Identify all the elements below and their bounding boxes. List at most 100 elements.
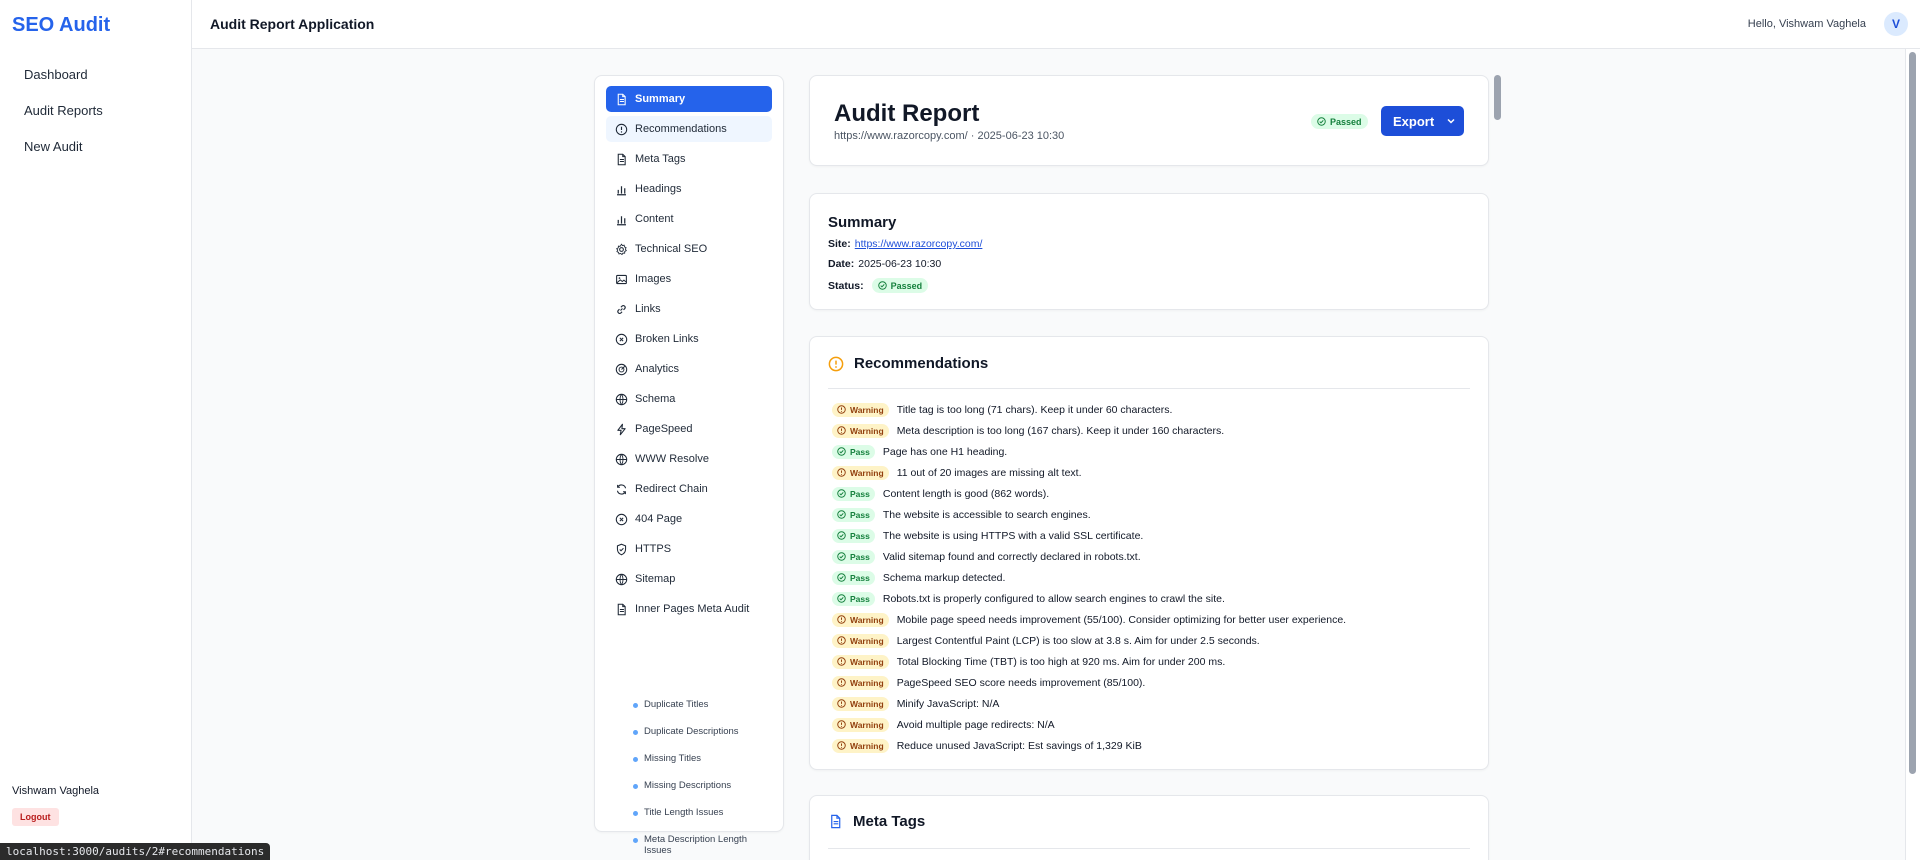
section-nav-item-meta-tags[interactable]: Meta Tags: [606, 146, 772, 172]
globe-icon: [615, 573, 628, 585]
pass-badge: Pass: [832, 444, 875, 459]
warning-badge: Warning: [832, 465, 889, 480]
sidebar-user-name: Vishwam Vaghela: [12, 785, 100, 797]
recommendation-item: Pass The website is accessible to search …: [832, 504, 1472, 525]
shield-icon: [616, 543, 627, 555]
summary-card: Summary Site: https://www.razorcopy.com/…: [809, 193, 1489, 310]
recommendation-item: Pass Content length is good (862 words).: [832, 483, 1472, 504]
section-nav-item-schema[interactable]: Schema: [606, 386, 772, 412]
check-circle-icon: [837, 489, 846, 498]
check-circle-icon: [837, 531, 846, 540]
section-nav-item-pagespeed[interactable]: PageSpeed: [606, 416, 772, 442]
image-icon: [616, 274, 627, 284]
section-nav-label: Redirect Chain: [635, 483, 708, 495]
section-nav-item-links[interactable]: Links: [606, 296, 772, 322]
recommendation-text: Largest Contentful Paint (LCP) is too sl…: [896, 634, 1260, 647]
check-circle-icon: [837, 573, 846, 582]
section-nav-item-summary[interactable]: Summary: [606, 86, 772, 112]
section-nav-item-technical-seo[interactable]: Technical SEO: [606, 236, 772, 262]
badge-label: Pass: [850, 551, 870, 562]
section-nav-subitem[interactable]: Title Length Issues: [633, 807, 773, 834]
badge-label: Pass: [850, 530, 870, 541]
section-nav-label: Inner Pages Meta Audit: [635, 603, 750, 615]
section-nav-item-redirect-chain[interactable]: Redirect Chain: [606, 476, 772, 502]
section-nav-label: Images: [635, 273, 672, 285]
section-nav-subitem[interactable]: Meta Description Length Issues: [633, 834, 773, 860]
section-nav-subitem[interactable]: Missing Titles: [633, 753, 773, 780]
section-nav-label: Schema: [635, 393, 676, 405]
site-link[interactable]: https://www.razorcopy.com/: [855, 238, 983, 250]
section-nav-item-https[interactable]: HTTPS: [606, 536, 772, 562]
section-nav-label: HTTPS: [635, 543, 672, 555]
recommendation-item: Pass Schema markup detected.: [832, 567, 1472, 588]
recommendation-item: Warning Largest Contentful Paint (LCP) is…: [832, 630, 1472, 651]
page-scrollbar-thumb[interactable]: [1909, 52, 1916, 774]
bar-chart-icon: [617, 185, 626, 195]
warning-badge: Warning: [832, 654, 889, 669]
section-nav-subitem[interactable]: Duplicate Titles: [633, 699, 773, 726]
section-nav-label: 404 Page: [635, 513, 683, 525]
section-nav-item-content[interactable]: Content: [606, 206, 772, 232]
section-nav-item-analytics[interactable]: Analytics: [606, 356, 772, 382]
section-nav-item-www-resolve[interactable]: WWW Resolve: [606, 446, 772, 472]
section-nav-item-broken-links[interactable]: Broken Links: [606, 326, 772, 352]
nav-audit-reports[interactable]: Audit Reports: [0, 98, 191, 134]
pass-badge: Pass: [832, 528, 875, 543]
warning-badge: Warning: [832, 717, 889, 732]
section-nav-item-headings[interactable]: Headings: [606, 176, 772, 202]
section-nav-label: Content: [635, 213, 674, 225]
section-nav-label: Meta Tags: [635, 153, 686, 165]
section-nav-item-inner-pages-meta-audit[interactable]: Inner Pages Meta Audit: [606, 596, 772, 622]
section-nav-subitem[interactable]: Duplicate Descriptions: [633, 726, 773, 753]
date-value: 2025-06-23 10:30: [858, 258, 942, 270]
subitem-label: Meta Description Length Issues: [644, 834, 747, 856]
recommendation-item: Warning Reduce unused JavaScript: Est sav…: [832, 735, 1472, 756]
section-nav-label: Broken Links: [635, 333, 699, 345]
section-nav-item-404-page[interactable]: 404 Page: [606, 506, 772, 532]
export-button[interactable]: Export: [1381, 106, 1464, 136]
badge-label: Warning: [850, 656, 884, 667]
recommendation-text: The website is using HTTPS with a valid …: [882, 529, 1144, 542]
alert-circle-icon: [837, 699, 846, 708]
browser-status-url: localhost:3000/audits/2#recommendations: [0, 843, 271, 860]
logout-button[interactable]: Logout: [12, 808, 59, 826]
alert-circle-icon: [828, 356, 844, 371]
bullet-icon: [633, 838, 638, 843]
app-title: Audit Report Application: [210, 16, 375, 32]
recommendations-list: Warning Title tag is too long (71 chars).…: [832, 399, 1472, 756]
refresh-icon: [616, 483, 627, 495]
section-nav-item-sitemap[interactable]: Sitemap: [606, 566, 772, 592]
alert-circle-icon: [837, 426, 846, 435]
section-nav-label: Sitemap: [635, 573, 676, 585]
report-header-card: Audit Report https://www.razorcopy.com/ …: [809, 75, 1489, 166]
status-badge: Passed: [1311, 114, 1368, 129]
app-sidebar: SEO Audit Dashboard Audit Reports New Au…: [0, 0, 192, 860]
subitem-label: Missing Titles: [644, 753, 702, 764]
bolt-icon: [617, 423, 626, 435]
subitem-label: Title Length Issues: [644, 807, 724, 818]
bullet-icon: [633, 757, 638, 762]
pass-badge: Pass: [832, 549, 875, 564]
recommendations-card: Recommendations Warning Title tag is too …: [809, 336, 1489, 770]
summary-site-row: Site: https://www.razorcopy.com/: [828, 238, 982, 250]
content-scrollbar[interactable]: [1494, 75, 1501, 120]
warning-badge: Warning: [832, 675, 889, 690]
section-nav-item-recommendations[interactable]: Recommendations: [606, 116, 772, 142]
recommendation-text: Avoid multiple page redirects: N/A: [896, 718, 1055, 731]
section-nav-label: Technical SEO: [635, 243, 708, 255]
section-nav-subitem[interactable]: Missing Descriptions: [633, 780, 773, 807]
avatar[interactable]: V: [1884, 12, 1908, 36]
section-nav-item-images[interactable]: Images: [606, 266, 772, 292]
alert-circle-icon: [837, 720, 846, 729]
badge-label: Warning: [850, 677, 884, 688]
warning-badge: Warning: [832, 612, 889, 627]
pass-badge: Pass: [832, 486, 875, 501]
alert-circle-icon: [837, 741, 846, 750]
nav-dashboard[interactable]: Dashboard: [0, 62, 191, 98]
brand-logo[interactable]: SEO Audit: [12, 14, 110, 37]
report-subtitle: https://www.razorcopy.com/ · 2025-06-23 …: [834, 130, 1065, 142]
globe-icon: [615, 453, 628, 465]
recommendation-text: 11 out of 20 images are missing alt text…: [896, 466, 1082, 479]
nav-new-audit[interactable]: New Audit: [0, 134, 191, 170]
bar-chart-icon: [617, 215, 626, 225]
